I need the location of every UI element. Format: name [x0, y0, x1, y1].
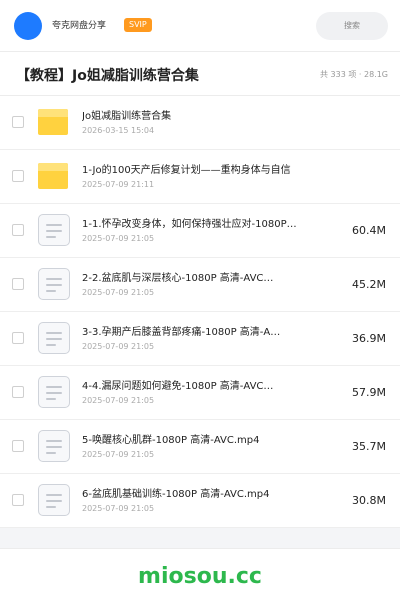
- watermark: miosou.cc: [138, 564, 262, 589]
- file-name: 3-3.孕期产后膝盖背部疼痛-1080P 高清-A…: [82, 327, 281, 338]
- file-row[interactable]: 4-4.漏尿问题如何避免-1080P 高清-AVC… 2025-07-09 21…: [0, 366, 400, 420]
- row-checkbox[interactable]: [12, 278, 24, 290]
- file-name: 1-1.怀孕改变身体，如何保持强壮应对-1080P…: [82, 219, 297, 230]
- file-row[interactable]: 6-盆底肌基础训练-1080P 高清-AVC.mp4 2025-07-09 21…: [0, 474, 400, 528]
- file-size: 60.4M: [352, 224, 386, 237]
- search-button[interactable]: 搜索: [316, 12, 388, 40]
- file-row[interactable]: 3-3.孕期产后膝盖背部疼痛-1080P 高清-A… 2025-07-09 21…: [0, 312, 400, 366]
- document-icon: [38, 214, 70, 246]
- document-icon: [38, 322, 70, 354]
- file-name: 1-Jo的100天产后修复计划——重构身体与自信: [82, 165, 291, 176]
- file-row[interactable]: 1-1.怀孕改变身体，如何保持强壮应对-1080P… 2025-07-09 21…: [0, 204, 400, 258]
- svip-badge: SVIP: [124, 18, 152, 32]
- page-title: 【教程】Jo姐减脂训练营合集: [16, 68, 199, 84]
- file-row[interactable]: 5-唤醒核心肌群-1080P 高清-AVC.mp4 2025-07-09 21:…: [0, 420, 400, 474]
- footer: miosou.cc: [0, 548, 400, 600]
- row-checkbox[interactable]: [12, 170, 24, 182]
- row-checkbox[interactable]: [12, 224, 24, 236]
- row-checkbox[interactable]: [12, 440, 24, 452]
- document-icon: [38, 430, 70, 462]
- file-size: 36.9M: [352, 332, 386, 345]
- file-date: 2025-07-09 21:11: [82, 180, 155, 189]
- file-row[interactable]: Jo姐减脂训练营合集 2026-03-15 15:04: [0, 96, 400, 150]
- folder-icon: [38, 160, 70, 192]
- file-date: 2025-07-09 21:05: [82, 288, 155, 297]
- file-name: 5-唤醒核心肌群-1080P 高清-AVC.mp4: [82, 435, 260, 446]
- document-icon: [38, 376, 70, 408]
- file-size: 57.9M: [352, 386, 386, 399]
- row-checkbox[interactable]: [12, 116, 24, 128]
- file-date: 2025-07-09 21:05: [82, 342, 155, 351]
- brand-name: 夸克网盘分享: [52, 21, 107, 31]
- share-header: 【教程】Jo姐减脂训练营合集 共 333 项 · 28.1G: [0, 52, 400, 96]
- row-checkbox[interactable]: [12, 332, 24, 344]
- file-date: 2026-03-15 15:04: [82, 126, 155, 135]
- file-row[interactable]: 2-2.盆底肌与深层核心-1080P 高清-AVC… 2025-07-09 21…: [0, 258, 400, 312]
- document-icon: [38, 484, 70, 516]
- file-name: 2-2.盆底肌与深层核心-1080P 高清-AVC…: [82, 273, 274, 284]
- file-row[interactable]: 1-Jo的100天产后修复计划——重构身体与自信 2025-07-09 21:1…: [0, 150, 400, 204]
- document-icon: [38, 268, 70, 300]
- row-checkbox[interactable]: [12, 494, 24, 506]
- file-date: 2025-07-09 21:05: [82, 450, 155, 459]
- file-name: Jo姐减脂训练营合集: [82, 111, 172, 122]
- file-name: 4-4.漏尿问题如何避免-1080P 高清-AVC…: [82, 381, 274, 392]
- file-size: 35.7M: [352, 440, 386, 453]
- top-bar: 夸克网盘分享 SVIP 搜索: [0, 0, 400, 52]
- file-size: 30.8M: [352, 494, 386, 507]
- folder-icon: [38, 106, 70, 138]
- file-date: 2025-07-09 21:05: [82, 396, 155, 405]
- share-summary: 共 333 项 · 28.1G: [320, 70, 388, 79]
- file-name: 6-盆底肌基础训练-1080P 高清-AVC.mp4: [82, 489, 270, 500]
- file-list: Jo姐减脂训练营合集 2026-03-15 15:04 1-Jo的100天产后修…: [0, 96, 400, 528]
- file-date: 2025-07-09 21:05: [82, 234, 155, 243]
- file-size: 45.2M: [352, 278, 386, 291]
- avatar[interactable]: [14, 12, 42, 40]
- file-date: 2025-07-09 21:05: [82, 504, 155, 513]
- row-checkbox[interactable]: [12, 386, 24, 398]
